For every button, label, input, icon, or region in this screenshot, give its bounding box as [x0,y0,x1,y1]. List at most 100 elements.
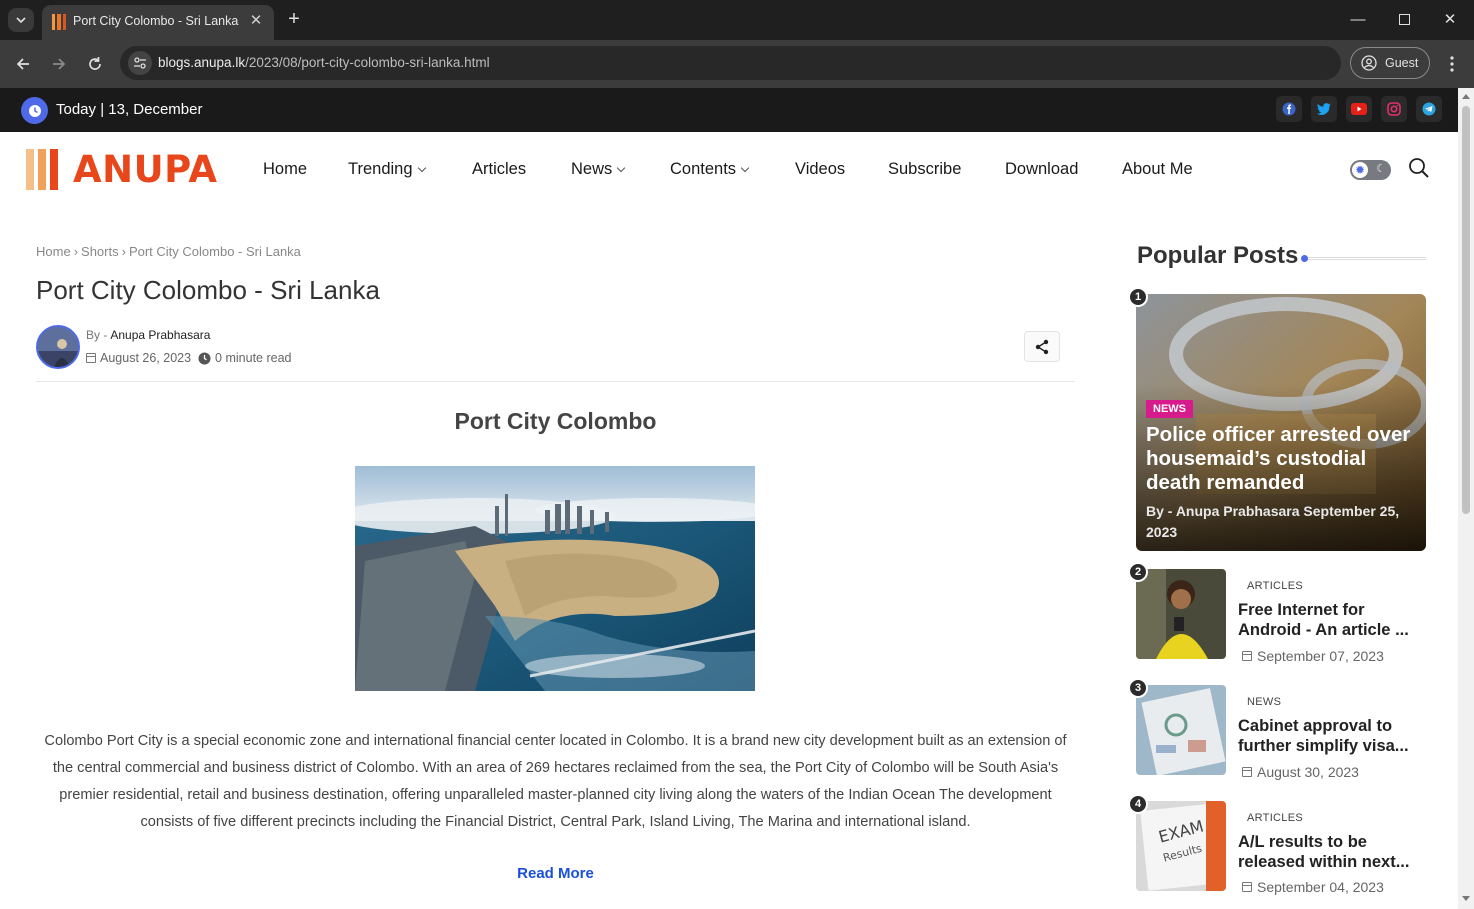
breadcrumb-home[interactable]: Home [36,244,71,259]
rank-badge: 4 [1128,794,1148,814]
post-title-line[interactable]: released within next... [1238,852,1428,872]
share-icon [1035,339,1049,354]
nav-subscribe[interactable]: Subscribe [888,160,961,179]
divider [36,381,1075,382]
post-category[interactable]: ARTICLES [1247,580,1303,592]
nav-trending[interactable]: Trending [348,160,426,179]
chevron-down-icon [417,163,426,173]
browser-toolbar: blogs.anupa.lk/2023/08/port-city-colombo… [0,40,1474,88]
author-name[interactable]: Anupa Prabhasara [110,328,210,342]
back-arrow-icon[interactable] [9,50,37,78]
site-info-icon[interactable] [128,51,152,75]
post-title-line[interactable]: further simplify visa... [1238,736,1428,756]
rank-badge: 3 [1128,678,1148,698]
tab-bar: Port City Colombo - Sri Lanka ✕ + — ✕ [0,0,1474,40]
tab-search-button[interactable] [8,8,34,32]
maximize-icon[interactable] [1392,8,1416,32]
post-title-line[interactable]: Free Internet for [1238,600,1428,620]
popular-posts-title: Popular Posts [1137,242,1299,269]
post-date: September 04, 2023 [1242,879,1384,895]
logo-mark-icon[interactable] [26,149,58,190]
chevron-down-icon [617,163,626,173]
post-thumbnail[interactable] [1136,685,1226,775]
calendar-icon [1242,767,1252,777]
featured-post-meta: By - Anupa Prabhasara September 25, 2023 [1146,503,1400,540]
site-logo[interactable]: ANUPA [73,148,218,191]
window-close-icon[interactable]: ✕ [1438,8,1462,32]
telegram-icon[interactable] [1416,96,1442,122]
sun-icon: ✹ [1352,162,1368,178]
nav-videos[interactable]: Videos [795,160,845,179]
tab-close-icon[interactable]: ✕ [246,11,266,31]
facebook-icon[interactable] [1276,96,1302,122]
profile-label: Guest [1385,56,1419,70]
title-underline [1304,257,1426,260]
nav-about-me[interactable]: About Me [1122,160,1193,179]
calendar-icon [86,353,96,363]
section-heading: Port City Colombo [454,408,657,434]
address-bar[interactable]: blogs.anupa.lk/2023/08/port-city-colombo… [120,46,1341,80]
post-title-line[interactable]: A/L results to be [1238,832,1428,852]
youtube-icon[interactable] [1346,96,1372,122]
rank-badge: 1 [1128,287,1148,307]
instagram-icon[interactable] [1381,96,1407,122]
post-date: August 26, 2023 [100,351,192,365]
post-date: August 30, 2023 [1242,764,1359,780]
nav-news[interactable]: News [571,160,626,179]
forward-arrow-icon[interactable] [45,50,73,78]
nav-contents[interactable]: Contents [670,160,750,179]
browser-tab[interactable]: Port City Colombo - Sri Lanka ✕ [42,5,274,40]
nav-articles[interactable]: Articles [472,160,526,179]
author-avatar[interactable] [36,325,80,369]
scroll-up-icon[interactable] [1462,94,1470,99]
post-title-line[interactable]: Android - An article ... [1238,620,1428,640]
moon-icon: ☾ [1376,163,1386,175]
profile-button[interactable]: Guest [1350,47,1430,79]
author-byline: By - Anupa Prabhasara [86,328,211,342]
featured-post-title[interactable]: Police officer arrested over housemaid’s… [1146,423,1422,495]
news-tag[interactable]: NEWS [1146,400,1193,418]
featured-post-card[interactable]: NEWS Police officer arrested over housem… [1136,294,1426,551]
breadcrumb: Home › Shorts › Port City Colombo - Sri Lank… [36,244,301,259]
url-text: blogs.anupa.lk/2023/08/port-city-colombo… [158,55,490,70]
post-date: September 07, 2023 [1242,648,1384,664]
port-city-aerial-image [355,466,755,691]
site-favicon-icon [52,14,66,30]
clock-icon [21,97,48,124]
scroll-down-icon[interactable] [1462,896,1470,901]
search-icon[interactable] [1408,157,1434,183]
post-thumbnail[interactable]: EXAM Results [1136,801,1226,891]
chevron-down-icon [740,163,750,173]
title-dot [1301,255,1308,262]
site-header: ANUPA Home Trending Articles News Conten… [0,132,1458,208]
minimize-icon[interactable]: — [1346,8,1370,32]
twitter-icon[interactable] [1311,96,1337,122]
read-time: 0 minute read [215,351,292,365]
nav-download[interactable]: Download [1005,160,1078,179]
article-body: Colombo Port City is a special economic … [44,733,1067,830]
new-tab-button[interactable]: + [283,8,305,30]
post-thumbnail[interactable] [1136,569,1226,659]
post-category[interactable]: ARTICLES [1247,812,1303,824]
dark-mode-toggle[interactable]: ✹ ☾ [1350,160,1391,180]
post-category[interactable]: NEWS [1247,696,1281,708]
clock-icon [198,352,211,364]
more-menu-icon[interactable] [1442,52,1462,76]
post-title-line[interactable]: Cabinet approval to [1238,716,1428,736]
share-button[interactable] [1024,331,1060,362]
reload-icon[interactable] [81,50,109,78]
post-title: Port City Colombo - Sri Lanka [36,275,380,305]
page-scrollbar[interactable] [1458,88,1474,909]
browser-chrome: Port City Colombo - Sri Lanka ✕ + — ✕ bl… [0,0,1474,88]
tab-title: Port City Colombo - Sri Lanka [73,14,239,28]
post-meta: August 26, 2023 0 minute read [86,351,291,365]
nav-home[interactable]: Home [263,160,307,179]
user-icon [1361,55,1377,71]
read-more-link[interactable]: Read More [36,865,1075,882]
site-topbar: Today | 13, December [0,88,1458,132]
breadcrumb-current: Port City Colombo - Sri Lanka [128,244,301,259]
breadcrumb-shorts[interactable]: Shorts [81,244,119,259]
chevron-down-icon [16,17,26,24]
scroll-thumb[interactable] [1462,106,1470,514]
rank-badge: 2 [1128,562,1148,582]
